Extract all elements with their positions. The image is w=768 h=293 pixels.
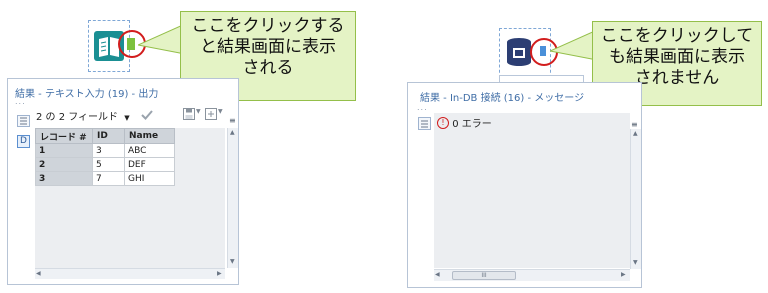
scroll-up-arrow-icon[interactable]: ▲ (230, 129, 235, 136)
save-dropdown-chevron-icon[interactable]: ▼ (196, 108, 201, 115)
panel-title: 結果 - テキスト入力 (19) - 出力 (15, 89, 159, 100)
scroll-left-arrow-icon[interactable]: ◀ (435, 271, 440, 278)
data-view-button[interactable]: D (17, 135, 30, 148)
list-view-button[interactable] (17, 115, 30, 127)
messages-area: ! 0 エラー (434, 113, 630, 268)
panel-title: 結果 - In-DB 接続 (16) - メッセージ (420, 93, 585, 104)
results-panel: 結果 - テキスト入力 (19) - 出力 ... 2 の 2 フィールド ▼ … (7, 78, 239, 285)
table-row[interactable]: 2 5 DEF (35, 157, 175, 172)
vertical-scrollbar[interactable]: ▲ ▼ (630, 129, 641, 269)
field-selector-label: 2 の 2 フィールド (36, 112, 119, 123)
name-cell[interactable]: DEF (124, 157, 175, 172)
column-header-id[interactable]: ID (92, 128, 125, 144)
data-grid: レコード # ID Name 1 3 ABC 2 5 DEF 3 7 GHI (35, 128, 225, 268)
panel-grip: ... (15, 97, 26, 106)
error-count-label: 0 エラー (452, 119, 492, 130)
chevron-down-icon: ▼ (124, 114, 130, 122)
scroll-up-arrow-icon[interactable]: ▲ (633, 130, 638, 137)
record-cell: 3 (35, 171, 93, 186)
table-row[interactable]: 3 7 GHI (35, 171, 175, 186)
scroll-right-arrow-icon[interactable]: ▶ (217, 270, 222, 277)
results-panel: 結果 - In-DB 接続 (16) - メッセージ ... ! 0 エラー ≡… (407, 82, 642, 288)
error-icon: ! (437, 116, 449, 129)
record-cell: 2 (35, 157, 93, 172)
field-selector-dropdown[interactable]: 2 の 2 フィールド ▼ (36, 108, 130, 123)
name-cell[interactable]: GHI (124, 171, 175, 186)
id-cell[interactable]: 7 (92, 171, 125, 186)
data-letter-icon: D (20, 136, 27, 146)
panel-menu-icon[interactable]: ≡ (631, 120, 638, 129)
save-icon[interactable] (183, 108, 195, 120)
table-row[interactable]: 1 3 ABC (35, 143, 175, 158)
list-icon (421, 120, 428, 128)
id-cell[interactable]: 3 (92, 143, 125, 158)
table-header-row: レコード # ID Name (35, 128, 175, 144)
horizontal-scroll-thumb[interactable]: III (452, 271, 516, 280)
scroll-right-arrow-icon[interactable]: ▶ (621, 271, 626, 278)
scroll-grip: III (481, 272, 487, 279)
column-header-record[interactable]: レコード # (35, 128, 93, 144)
horizontal-scrollbar[interactable]: ◀ III ▶ (434, 269, 630, 281)
checkmark-icon[interactable] (141, 109, 153, 121)
scroll-down-arrow-icon[interactable]: ▼ (230, 258, 235, 265)
options-dropdown-chevron-icon[interactable]: ▼ (218, 108, 223, 115)
database-icon (507, 38, 531, 66)
column-header-name[interactable]: Name (124, 128, 175, 144)
panel-grip: ... (417, 103, 428, 112)
data-table: レコード # ID Name 1 3 ABC 2 5 DEF 3 7 GHI (35, 128, 175, 186)
panel-menu-icon[interactable]: ≡ (229, 116, 236, 125)
scroll-down-arrow-icon[interactable]: ▼ (633, 259, 638, 266)
name-cell[interactable]: ABC (124, 143, 175, 158)
scroll-left-arrow-icon[interactable]: ◀ (36, 270, 41, 277)
table-options-icon[interactable] (205, 108, 217, 120)
record-cell: 1 (35, 143, 93, 158)
list-icon (20, 117, 27, 125)
horizontal-scrollbar[interactable]: ◀ ▶ (35, 268, 225, 279)
id-cell[interactable]: 5 (92, 157, 125, 172)
vertical-scrollbar[interactable]: ▲ ▼ (227, 128, 238, 268)
list-view-button[interactable] (418, 117, 431, 130)
error-filter-toggle[interactable]: ! 0 エラー (437, 115, 492, 130)
